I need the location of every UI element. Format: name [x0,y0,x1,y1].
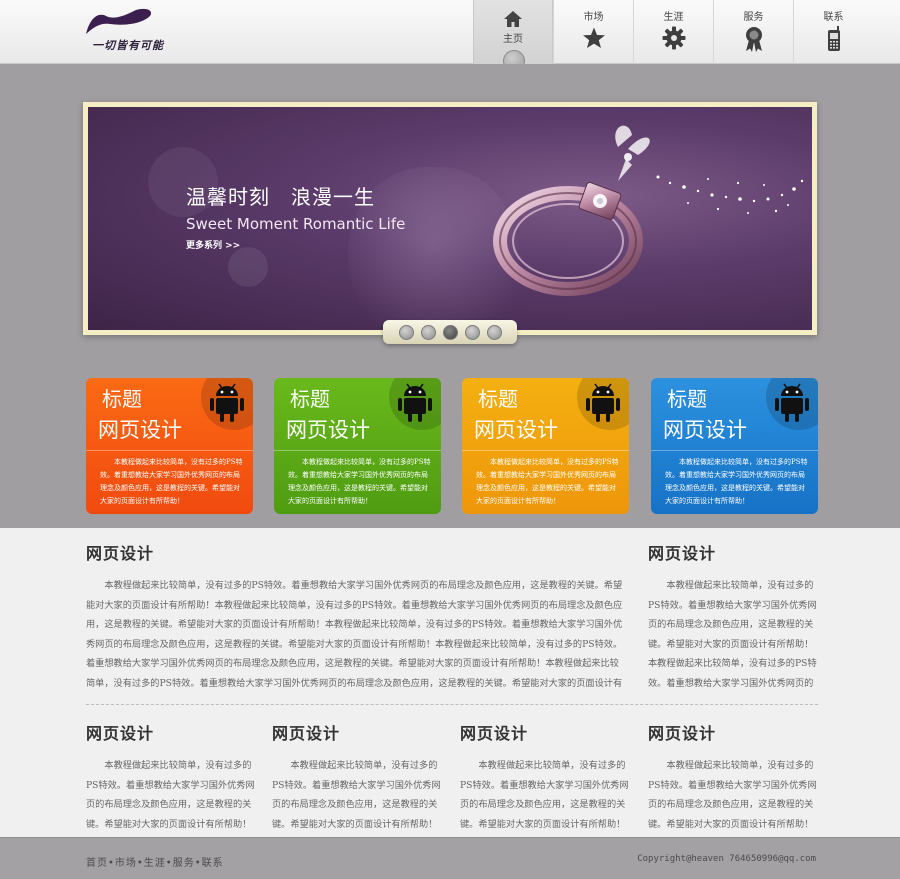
feature-tile[interactable]: 标题 网页设计 本教程做起来比较简单，没有过多的PS特效。着重想教给大家学习国外… [86,378,253,514]
logo-slogan: 一切皆有可能 [92,39,164,52]
info-column: 网页设计 本教程做起来比较简单，没有过多的PS特效。着重想教给大家学习国外优秀网… [272,720,444,834]
column-heading: 网页设计 [460,724,529,743]
main-article: 网页设计 本教程做起来比较简单，没有过多的PS特效。着重想教给大家学习国外优秀网… [86,540,624,688]
android-icon [775,383,809,422]
column-heading: 网页设计 [272,724,341,743]
feature-tile[interactable]: 标题 网页设计 本教程做起来比较简单，没有过多的PS特效。着重想教给大家学习国外… [651,378,818,514]
nav-label: 市场 [583,12,604,23]
slider-dot-active[interactable] [442,324,458,340]
nav-item-service[interactable]: 服务 [713,0,793,64]
android-icon [398,383,432,422]
banner-subtitle: Sweet Moment Romantic Life [186,215,406,233]
feature-tile[interactable]: 标题 网页设计 本教程做起来比较简单，没有过多的PS特效。着重想教给大家学习国外… [274,378,441,514]
section-text: 本教程做起来比较简单，没有过多的PS特效。着重想教给大家学习国外优秀网页的布局理… [86,580,623,688]
column-text: 本教程做起来比较简单，没有过多的PS特效。着重想教给大家学习国外优秀网页的布局理… [460,760,629,830]
banner-more-link[interactable]: 更多系列 >> [186,238,240,251]
column-text: 本教程做起来比较简单，没有过多的PS特效。着重想教给大家学习国外优秀网页的布局理… [86,760,255,830]
slider-pagination [383,320,517,344]
slider-dot[interactable] [420,324,436,340]
banner-image: 温馨时刻 浪漫一生 Sweet Moment Romantic Life 更多系… [88,107,812,330]
divider [86,704,818,705]
banner-title: 温馨时刻 浪漫一生 [186,185,375,209]
tile-title: 标题 [667,387,707,411]
tile-description: 本教程做起来比较简单，没有过多的PS特效。着重想教给大家学习国外优秀网页的布局理… [665,458,808,505]
nav-item-career[interactable]: 生涯 [633,0,713,64]
nav-label: 生涯 [663,12,684,23]
android-icon [586,383,620,422]
star-icon [582,27,605,48]
nav-item-contact[interactable]: 联系 [793,0,873,64]
phone-icon [827,26,840,51]
banner-slider[interactable]: 温馨时刻 浪漫一生 Sweet Moment Romantic Life 更多系… [83,102,817,335]
header: 一切皆有可能 主页 市场 生涯 服务 联系 [0,0,900,72]
footer-copyright: Copyright@heaven 764650996@qq.com [637,854,816,864]
section-text: 本教程做起来比较简单，没有过多的PS特效。着重想教给大家学习国外优秀网页的布局理… [648,580,817,688]
column-text: 本教程做起来比较简单，没有过多的PS特效。着重想教给大家学习国外优秀网页的布局理… [272,760,441,830]
tile-title: 标题 [478,387,518,411]
slider-dot[interactable] [486,324,502,340]
section-heading: 网页设计 [86,544,155,563]
tile-subtitle: 网页设计 [98,418,182,442]
footer-links[interactable]: 首页•市场•生涯•服务•联系 [86,854,224,869]
swoosh-logo-icon [86,8,152,34]
slider-dot[interactable] [398,324,414,340]
tile-title: 标题 [102,387,142,411]
info-column: 网页设计 本教程做起来比较简单，没有过多的PS特效。着重想教给大家学习国外优秀网… [460,720,632,834]
tile-description: 本教程做起来比较简单，没有过多的PS特效。着重想教给大家学习国外优秀网页的布局理… [288,458,431,505]
main-nav: 主页 市场 生涯 服务 联系 [473,0,873,72]
slider-dot[interactable] [464,324,480,340]
home-icon [504,11,522,27]
column-text: 本教程做起来比较简单，没有过多的PS特效。着重想教给大家学习国外优秀网页的布局理… [648,760,817,830]
side-article: 网页设计 本教程做起来比较简单，没有过多的PS特效。着重想教给大家学习国外优秀网… [648,540,820,688]
nav-label: 服务 [743,12,764,23]
tile-subtitle: 网页设计 [663,418,747,442]
nav-item-home[interactable]: 主页 [473,0,553,72]
column-heading: 网页设计 [86,724,155,743]
android-icon [210,383,244,422]
logo[interactable]: 一切皆有可能 [84,8,174,52]
tile-title: 标题 [290,387,330,411]
feature-tile[interactable]: 标题 网页设计 本教程做起来比较简单，没有过多的PS特效。着重想教给大家学习国外… [462,378,629,514]
tile-subtitle: 网页设计 [286,418,370,442]
tile-description: 本教程做起来比较简单，没有过多的PS特效。着重想教给大家学习国外优秀网页的布局理… [100,458,243,505]
info-column: 网页设计 本教程做起来比较简单，没有过多的PS特效。着重想教给大家学习国外优秀网… [86,720,258,834]
award-ribbon-icon [745,27,762,52]
section-heading: 网页设计 [648,544,717,563]
nav-label: 联系 [823,12,844,23]
info-column: 网页设计 本教程做起来比较简单，没有过多的PS特效。着重想教给大家学习国外优秀网… [648,720,820,834]
fairy-sparkles-decoration [615,125,804,214]
nav-label: 主页 [503,34,523,45]
nav-item-market[interactable]: 市场 [553,0,633,64]
gear-icon [662,26,685,50]
tile-subtitle: 网页设计 [474,418,558,442]
footer: 首页•市场•生涯•服务•联系 Copyright@heaven 76465099… [0,837,900,879]
tile-description: 本教程做起来比较简单，没有过多的PS特效。着重想教给大家学习国外优秀网页的布局理… [476,458,619,505]
column-heading: 网页设计 [648,724,717,743]
